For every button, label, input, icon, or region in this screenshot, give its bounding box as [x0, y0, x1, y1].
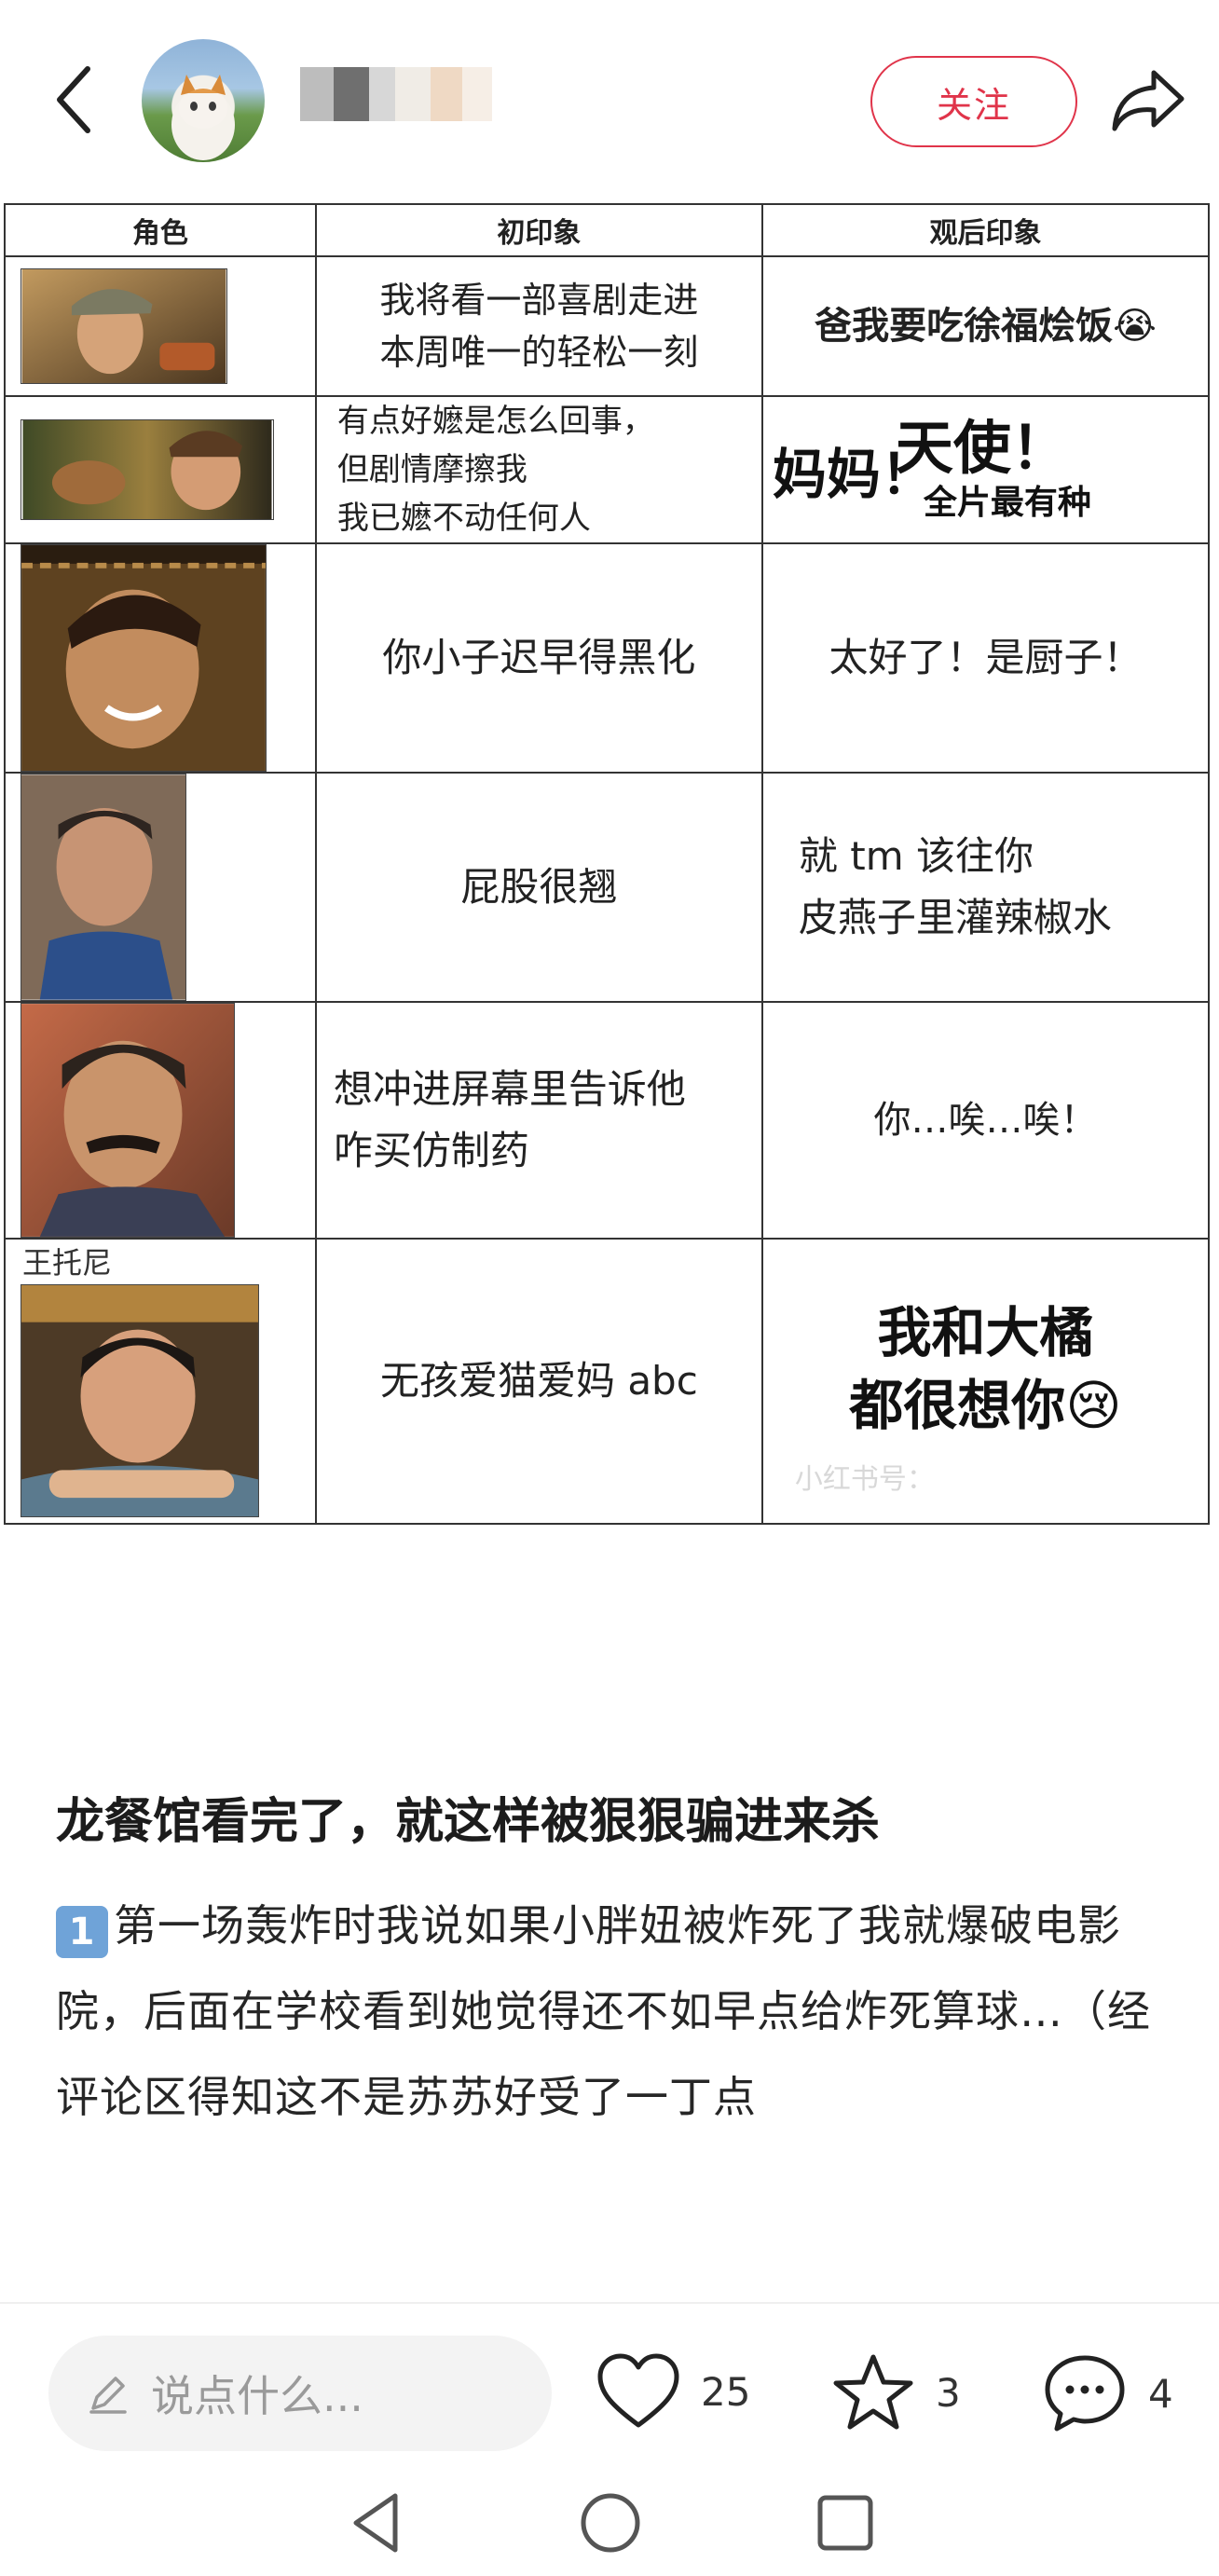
- like-button[interactable]: 25: [596, 2352, 750, 2431]
- nav-back-icon[interactable]: [347, 2490, 404, 2555]
- comment-bubble-icon: [1045, 2355, 1125, 2432]
- first-impression-cell: 想冲进屏幕里告诉他 咋买仿制药: [314, 1001, 763, 1240]
- character-cell: [4, 395, 317, 544]
- after-impression-cell: 就 tm 该往你 皮燕子里灌辣椒水: [760, 772, 1211, 1003]
- like-count: 25: [701, 2368, 751, 2415]
- character-photo: [21, 774, 186, 1001]
- mom-text: 妈妈！: [772, 443, 935, 506]
- heart-icon: [597, 2353, 679, 2428]
- back-arrow-icon[interactable]: [47, 58, 103, 142]
- comment-button[interactable]: 4: [1042, 2352, 1173, 2434]
- character-cell: [4, 255, 317, 397]
- table-row: 想冲进屏幕里告诉他 咋买仿制药 你…唉…唉！: [4, 1001, 1211, 1240]
- character-photo: [21, 1284, 259, 1517]
- character-photo: [21, 1003, 235, 1238]
- post-title: 龙餐馆看完了，就这样被狠狠骗进来杀: [56, 1794, 881, 1850]
- character-photo: [21, 419, 274, 520]
- cell-line: 你小子迟早得黑化: [382, 635, 696, 680]
- number-badge: 1: [56, 1906, 108, 1958]
- after-impression-cell: 你…唉…唉！: [760, 1001, 1211, 1240]
- column-header: 观后印象: [760, 203, 1211, 257]
- first-impression-cell: 我将看一部喜剧走进 本周唯一的轻松一刻: [314, 255, 763, 397]
- table-row: 王托尼 无孩爱猫爱妈 abc 我和大橘 都很想你😢 小红书号：: [4, 1238, 1211, 1525]
- cell-line: 有点好嬷是怎么回事，: [336, 403, 654, 440]
- cell-line: 但剧情摩擦我: [336, 451, 527, 488]
- comment-placeholder: 说点什么...: [151, 2371, 363, 2421]
- favorite-button[interactable]: 3: [831, 2352, 961, 2432]
- share-icon[interactable]: [1109, 65, 1187, 136]
- follow-button[interactable]: 关注: [870, 56, 1077, 147]
- cell-line: 本周唯一的轻松一刻: [379, 332, 699, 373]
- column-header: 角色: [4, 203, 317, 257]
- cell-line: 无孩爱猫爱妈 abc: [379, 1358, 698, 1404]
- cell-line: 都很想你😢: [849, 1374, 1122, 1437]
- after-impression-cell: 我和大橘 都很想你😢 小红书号：: [760, 1238, 1211, 1525]
- cell-line: 我将看一部喜剧走进: [379, 280, 699, 321]
- cell-line: 你…唉…唉！: [873, 1099, 1098, 1142]
- cell-line: 屁股很翘: [460, 864, 618, 910]
- character-cell: [4, 772, 317, 1003]
- cell-line: 咋买仿制药: [333, 1128, 529, 1173]
- column-header: 初印象: [314, 203, 763, 257]
- first-impression-cell: 屁股很翘: [314, 772, 763, 1003]
- character-photo: [21, 544, 267, 772]
- post-header: 关注: [0, 0, 1219, 196]
- post-body: 1 第一场轰炸时我说如果小胖妞被炸死了我就爆破电影院，后面在学校看到她觉得还不如早…: [56, 1883, 1174, 2140]
- character-cell: [4, 542, 317, 774]
- character-cell: [4, 1001, 317, 1240]
- nav-recents-icon[interactable]: [815, 2492, 876, 2554]
- divider: [0, 2302, 1219, 2304]
- author-name-blurred[interactable]: [300, 67, 492, 121]
- cell-line: 我和大橘: [877, 1301, 1094, 1364]
- table-row: 屁股很翘 就 tm 该往你 皮燕子里灌辣椒水: [4, 772, 1211, 1003]
- first-impression-cell: 无孩爱猫爱妈 abc: [314, 1238, 763, 1525]
- bravest-text: 全片最有种: [923, 484, 1091, 522]
- comment-count: 4: [1148, 2370, 1173, 2417]
- star-icon: [833, 2354, 913, 2430]
- character-photo: [21, 268, 227, 384]
- cell-line: 想冲进屏幕里告诉他: [333, 1066, 686, 1112]
- system-nav-bar: [0, 2479, 1219, 2576]
- meme-table: 角色 初印象 观后印象 我将看一部喜剧走进 本周唯一的轻松一刻 爸我要吃徐福烩饭…: [4, 203, 1211, 1525]
- first-impression-cell: 有点好嬷是怎么回事， 但剧情摩擦我 我已嬷不动任何人: [314, 395, 763, 544]
- table-row: 你小子迟早得黑化 太好了！是厨子！: [4, 542, 1211, 774]
- pencil-icon: [89, 2377, 127, 2414]
- character-name: 王托尼: [22, 1245, 113, 1281]
- watermark: 小红书号：: [794, 1463, 935, 1496]
- nav-home-icon[interactable]: [578, 2490, 643, 2555]
- character-cell: 王托尼: [4, 1238, 317, 1525]
- author-avatar[interactable]: [142, 39, 265, 162]
- comment-input[interactable]: 说点什么...: [48, 2336, 552, 2451]
- cell-line: 我已嬷不动任何人: [336, 500, 591, 537]
- cell-line: 就 tm 该往你: [798, 833, 1034, 879]
- cell-line: 爸我要吃徐福烩饭😭: [815, 305, 1157, 348]
- after-impression-cell: 天使！ 妈妈！ 全片最有种: [760, 395, 1211, 544]
- table-row: 有点好嬷是怎么回事， 但剧情摩擦我 我已嬷不动任何人 天使！ 妈妈！ 全片最有种: [4, 395, 1211, 544]
- after-impression-cell: 太好了！是厨子！: [760, 542, 1211, 774]
- post-body-text: 第一场轰炸时我说如果小胖妞被炸死了我就爆破电影院，后面在学校看到她觉得还不如早点…: [56, 1900, 1151, 2122]
- table-row: 我将看一部喜剧走进 本周唯一的轻松一刻 爸我要吃徐福烩饭😭: [4, 255, 1211, 397]
- first-impression-cell: 你小子迟早得黑化: [314, 542, 763, 774]
- table-header-row: 角色 初印象 观后印象: [4, 203, 1211, 257]
- cell-line: 皮燕子里灌辣椒水: [798, 895, 1112, 940]
- favorite-count: 3: [936, 2369, 961, 2416]
- after-impression-cell: 爸我要吃徐福烩饭😭: [760, 255, 1211, 397]
- cell-line: 太好了！是厨子！: [829, 635, 1143, 680]
